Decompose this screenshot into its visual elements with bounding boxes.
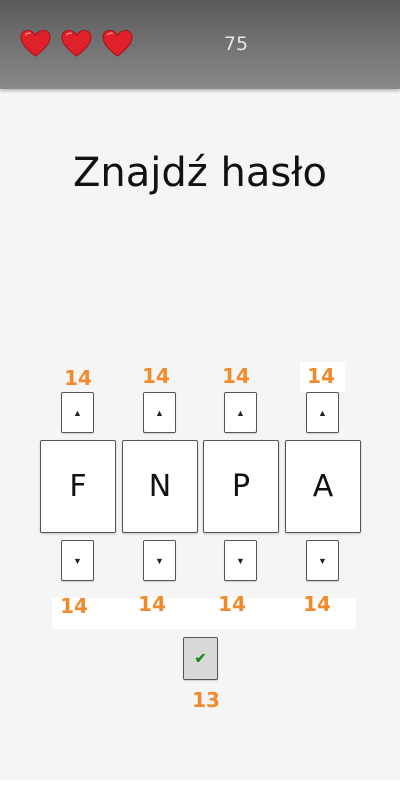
- letter-tile: A: [285, 440, 361, 533]
- check-icon: ✔: [194, 650, 207, 666]
- heart-icon: [61, 29, 92, 57]
- letter-up-button[interactable]: ▲: [224, 392, 257, 433]
- letter-up-button[interactable]: ▲: [61, 392, 94, 433]
- arrow-down-icon: ▼: [73, 555, 82, 566]
- up-count: 14: [142, 364, 170, 388]
- letter-down-button[interactable]: ▼: [306, 540, 339, 581]
- arrow-up-icon: ▲: [236, 407, 245, 418]
- score-display: 75: [223, 33, 249, 55]
- arrow-down-icon: ▼: [236, 555, 245, 566]
- arrow-up-icon: ▲: [155, 407, 164, 418]
- letter-tile: P: [203, 440, 279, 533]
- bottom-area: [0, 780, 400, 794]
- heart-icon: [20, 29, 51, 57]
- down-count: 14: [218, 592, 246, 616]
- arrow-down-icon: ▼: [155, 555, 164, 566]
- down-count: 14: [303, 592, 331, 616]
- up-count: 14: [222, 364, 250, 388]
- letter-up-button[interactable]: ▲: [306, 392, 339, 433]
- arrow-up-icon: ▲: [318, 407, 327, 418]
- letter-up-button[interactable]: ▲: [143, 392, 176, 433]
- heart-icon: [102, 29, 133, 57]
- down-count: 14: [60, 594, 88, 618]
- up-count: 14: [307, 364, 335, 388]
- letter-down-button[interactable]: ▼: [61, 540, 94, 581]
- letter-tile: F: [40, 440, 116, 533]
- check-count: 13: [192, 688, 220, 712]
- down-count: 14: [138, 592, 166, 616]
- page-title: Znajdź hasło: [72, 150, 328, 196]
- lives: [20, 28, 133, 59]
- up-count: 14: [64, 366, 92, 390]
- letter-down-button[interactable]: ▼: [224, 540, 257, 581]
- check-button[interactable]: ✔: [183, 637, 218, 680]
- arrow-down-icon: ▼: [318, 555, 327, 566]
- letter-down-button[interactable]: ▼: [143, 540, 176, 581]
- letter-tile: N: [122, 440, 198, 533]
- arrow-up-icon: ▲: [73, 407, 82, 418]
- top-bar: 75: [0, 0, 400, 89]
